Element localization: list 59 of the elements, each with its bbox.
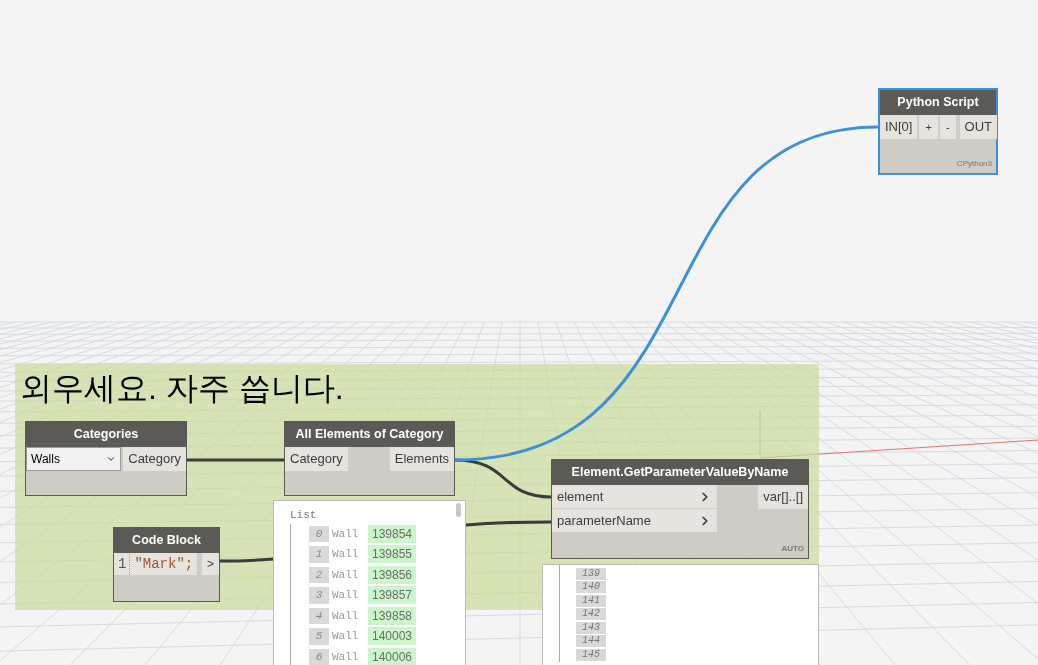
- index-label: 144: [576, 635, 606, 648]
- index-label: 140: [576, 581, 606, 594]
- output-port[interactable]: Elements: [389, 447, 454, 471]
- output-port[interactable]: Category: [123, 447, 186, 471]
- index-label: 143: [576, 621, 606, 634]
- node[interactable]: All Elements of Category Category Elements: [284, 421, 455, 496]
- input-port[interactable]: Category: [285, 447, 348, 471]
- list-header: List: [290, 508, 317, 523]
- index-label: 141: [576, 594, 606, 607]
- group-title: 외우세요. 자주 씁니다.: [20, 369, 344, 408]
- index-label: 139: [576, 567, 606, 580]
- element-id: 139855: [368, 545, 417, 564]
- element-id: 139856: [368, 565, 417, 584]
- scrollbar-thumb[interactable]: [456, 503, 461, 517]
- item-type: Wall: [332, 567, 360, 583]
- item-type: Wall: [332, 608, 360, 624]
- element-id: 140006: [368, 647, 417, 665]
- line-number: 1: [118, 553, 131, 575]
- category-dropdown[interactable]: Walls: [26, 447, 121, 471]
- index-label: 3: [309, 587, 329, 604]
- element-id: 139857: [368, 586, 417, 605]
- item-type: Wall: [332, 588, 360, 603]
- code-editor[interactable]: 1 "Mark";: [114, 553, 198, 575]
- lacing-label: AUTO: [781, 543, 805, 555]
- node[interactable]: Python Script IN[0] + - OUT CPython3: [878, 88, 998, 175]
- item-type: Wall: [332, 629, 360, 644]
- remove-input-button[interactable]: -: [939, 115, 956, 139]
- input-port[interactable]: element: [552, 485, 717, 509]
- item-type: Wall: [332, 649, 360, 665]
- index-label: 142: [576, 608, 606, 621]
- index-label: 1: [309, 546, 329, 563]
- item-type: Wall: [332, 526, 360, 542]
- output-port[interactable]: OUT: [959, 115, 998, 139]
- node-title: Code Block: [114, 528, 219, 553]
- index-label: 145: [576, 648, 606, 661]
- node[interactable]: Categories Walls Category: [25, 421, 187, 496]
- code-text: "Mark";: [134, 554, 194, 574]
- input-port[interactable]: IN[0]: [880, 115, 918, 139]
- node[interactable]: Code Block 1 "Mark"; >: [113, 527, 220, 602]
- node-title: All Elements of Category: [285, 422, 454, 447]
- node-title: Python Script: [880, 90, 996, 115]
- element-id: 139858: [368, 606, 417, 625]
- index-label: 0: [309, 525, 329, 542]
- index-label: 2: [309, 566, 329, 583]
- node-title: Categories: [26, 422, 186, 447]
- index-label: 4: [309, 607, 329, 624]
- node[interactable]: Element.GetParameterValueByName element parameterName var[]..[] AUTO: [551, 459, 809, 559]
- element-id: 139854: [368, 524, 417, 543]
- element-id: 140003: [368, 627, 417, 646]
- input-port[interactable]: parameterName: [552, 509, 717, 533]
- output-port[interactable]: var[]..[]: [758, 485, 808, 509]
- add-input-button[interactable]: +: [919, 115, 938, 139]
- index-label: 6: [309, 648, 329, 665]
- node-title: Element.GetParameterValueByName: [552, 460, 808, 485]
- engine-label: CPython3: [956, 158, 993, 170]
- chevron-icon: [106, 454, 116, 464]
- output-port[interactable]: >: [202, 553, 219, 575]
- item-type: Wall: [332, 547, 360, 562]
- index-label: 5: [309, 628, 329, 645]
